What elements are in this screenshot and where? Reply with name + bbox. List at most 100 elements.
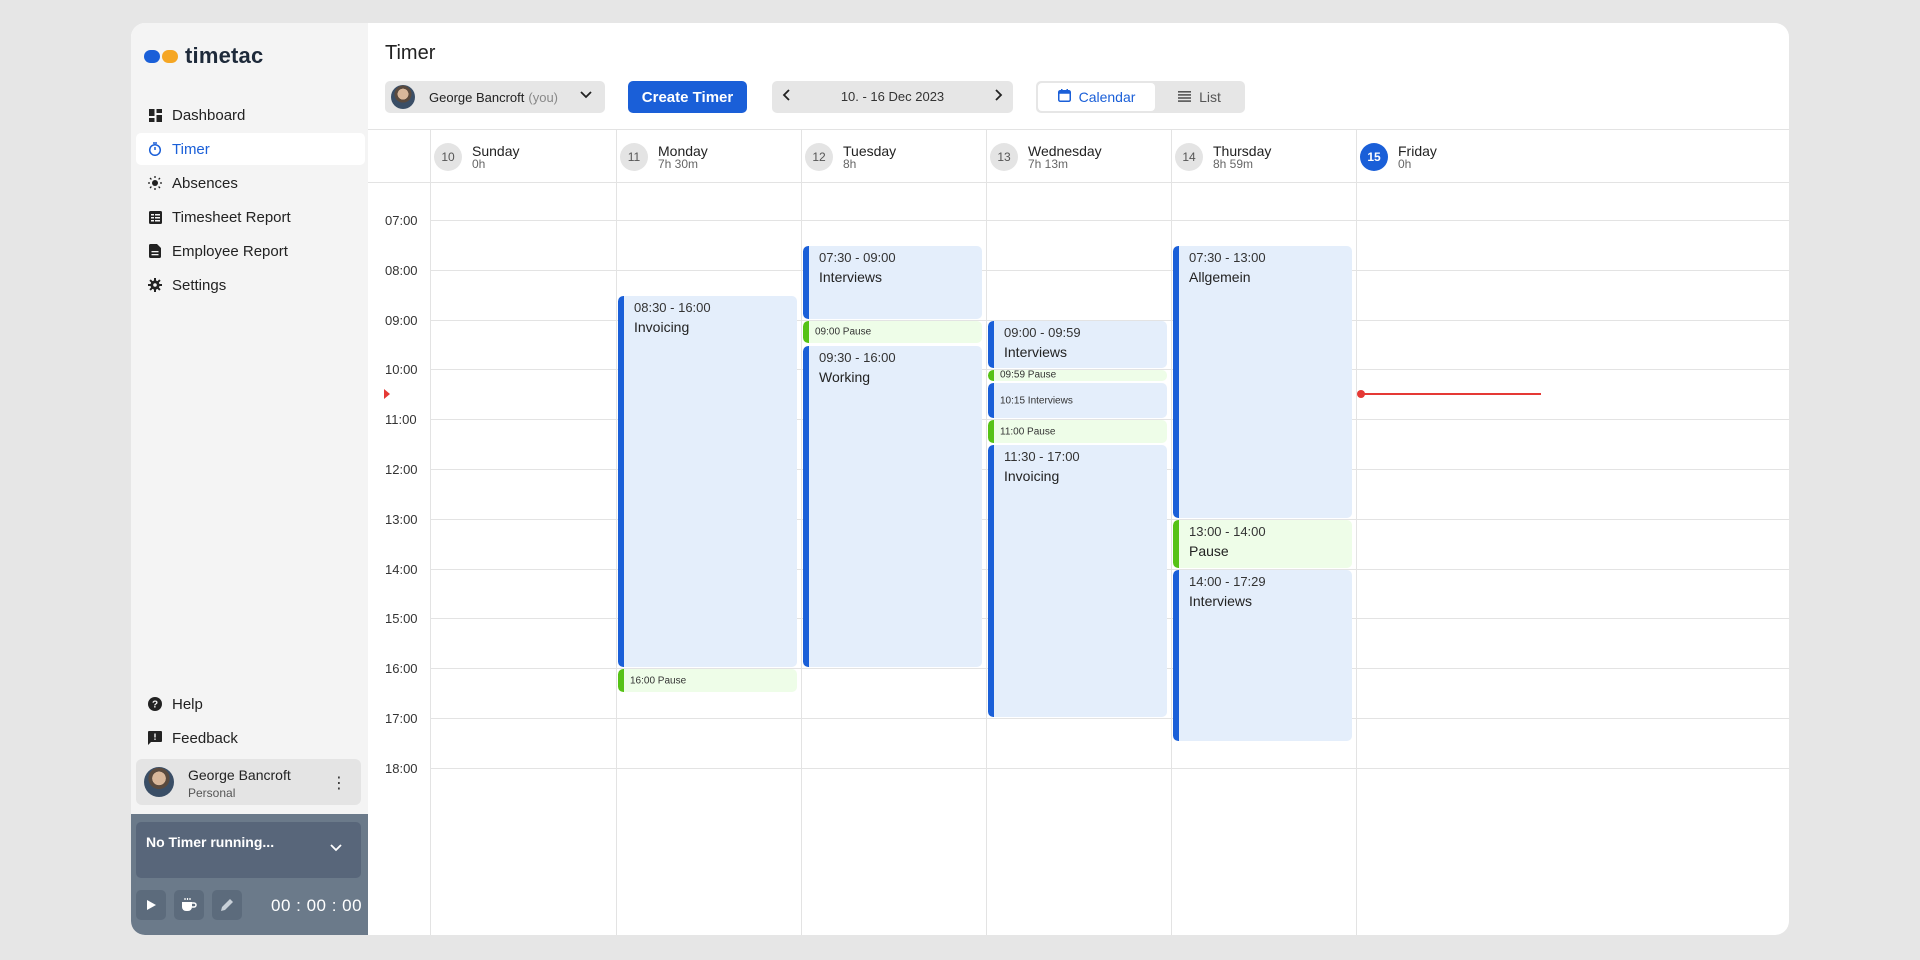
nav-item-timesheet-report[interactable]: Timesheet Report — [136, 201, 365, 233]
time-entry[interactable]: 08:30 - 16:00 Invoicing — [618, 295, 797, 668]
user-select-suffix: (you) — [528, 89, 559, 105]
hour-label: 13:00 — [385, 511, 418, 527]
day-number-badge: 14 — [1175, 143, 1203, 171]
day-header-sunday[interactable]: 10 Sunday 0h — [430, 130, 616, 184]
time-entry[interactable]: 09:30 - 16:00 Working — [803, 345, 982, 668]
entry-time: 09:00 - 09:59 — [1004, 324, 1081, 340]
hour-label: 16:00 — [385, 661, 418, 677]
help-icon: ? — [148, 697, 162, 711]
entry-color-bar — [988, 445, 994, 717]
pause-entry[interactable]: 11:00 Pause — [988, 420, 1167, 444]
time-entry[interactable]: 09:00 - 09:59 Interviews — [988, 320, 1167, 368]
hour-label: 08:00 — [385, 262, 418, 278]
nav-item-settings[interactable]: Settings — [136, 269, 365, 301]
entry-label: 09:59 Pause — [1000, 369, 1057, 381]
document-icon — [148, 244, 162, 258]
date-range-label[interactable]: 10. - 16 Dec 2023 — [772, 89, 1013, 104]
time-entry[interactable]: 07:30 - 13:00 Allgemein — [1173, 245, 1352, 518]
nav-item-label: Feedback — [172, 729, 238, 747]
timer-status-box[interactable]: No Timer running... — [136, 822, 361, 878]
hour-label: 11:00 — [385, 412, 417, 428]
pause-entry[interactable]: 16:00 Pause — [618, 669, 797, 693]
entry-color-bar — [1173, 245, 1179, 518]
user-role: Personal — [188, 786, 236, 800]
hour-label: 14:00 — [385, 561, 418, 577]
user-select[interactable]: George Bancroft (you) — [385, 81, 605, 113]
entry-color-bar — [1173, 519, 1179, 568]
day-text: Wednesday 7h 13m — [1028, 144, 1102, 170]
nav-item-absences[interactable]: Absences — [136, 167, 365, 199]
more-options-icon[interactable]: ⋮ — [331, 773, 347, 793]
secondary-nav: ? Help Feedback — [136, 688, 365, 756]
day-number-badge: 11 — [620, 143, 648, 171]
brand-logo[interactable]: timetac — [144, 41, 263, 71]
day-name: Thursday — [1213, 143, 1272, 159]
hour-label: 15:00 — [385, 611, 418, 627]
day-header-thursday[interactable]: 14 Thursday 8h 59m — [1171, 130, 1356, 184]
nav-item-feedback[interactable]: Feedback — [136, 722, 365, 754]
nav-item-label: Absences — [172, 174, 238, 192]
day-divider — [986, 130, 987, 184]
calendar-icon — [1057, 89, 1071, 105]
table-icon — [148, 210, 162, 224]
user-name: George Bancroft — [188, 767, 291, 783]
day-header-friday[interactable]: 15 Friday 0h — [1356, 130, 1541, 184]
entry-color-bar — [1173, 569, 1179, 742]
day-header-wednesday[interactable]: 13 Wednesday 7h 13m — [986, 130, 1171, 184]
pause-entry[interactable]: 13:00 - 14:00 Pause — [1173, 519, 1352, 568]
avatar — [144, 767, 174, 797]
nav-item-timer[interactable]: Timer — [136, 133, 365, 165]
day-header-tuesday[interactable]: 12 Tuesday 8h — [801, 130, 986, 184]
hour-gridline — [430, 269, 1789, 271]
nav-item-label: Dashboard — [172, 106, 246, 124]
user-card[interactable]: George Bancroft Personal ⋮ — [136, 759, 361, 805]
entry-color-bar — [988, 382, 994, 419]
coffee-icon — [182, 898, 197, 911]
timer-status-text: No Timer running... — [146, 834, 275, 850]
create-timer-button[interactable]: Create Timer — [628, 81, 747, 113]
nav-item-employee-report[interactable]: Employee Report — [136, 235, 365, 267]
time-entry[interactable]: 10:15 Interviews — [988, 382, 1167, 419]
day-total-hours: 0h — [1398, 157, 1412, 171]
dashboard-icon — [148, 108, 162, 122]
entry-time: 13:00 - 14:00 — [1189, 523, 1266, 539]
time-entry[interactable]: 14:00 - 17:29 Interviews — [1173, 569, 1352, 742]
day-name: Monday — [658, 143, 708, 159]
nav-item-dashboard[interactable]: Dashboard — [136, 99, 365, 131]
time-entry[interactable]: 07:30 - 09:00 Interviews — [803, 245, 982, 319]
edit-timer-button[interactable] — [212, 890, 242, 920]
current-time-marker — [384, 389, 390, 400]
nav-item-label: Timesheet Report — [172, 208, 291, 226]
nav-item-label: Employee Report — [172, 242, 288, 260]
day-text: Sunday 0h — [472, 144, 519, 170]
entry-color-bar — [803, 345, 809, 668]
day-number-badge: 13 — [990, 143, 1018, 171]
date-navigator: 10. - 16 Dec 2023 — [772, 81, 1013, 113]
hour-gridline — [430, 767, 1789, 769]
entry-label: 16:00 Pause — [630, 675, 687, 687]
entry-time: 09:30 - 16:00 — [819, 349, 896, 365]
pause-entry[interactable]: 09:00 Pause — [803, 320, 982, 344]
entry-color-bar — [988, 420, 994, 444]
entry-title: Invoicing — [1004, 468, 1060, 485]
entry-title: Working — [819, 368, 871, 385]
chevron-down-icon[interactable] — [329, 840, 343, 856]
list-view-button[interactable]: List — [1156, 83, 1243, 111]
start-timer-button[interactable] — [136, 890, 166, 920]
pause-timer-button[interactable] — [174, 890, 204, 920]
pause-entry[interactable]: 09:59 Pause — [988, 369, 1167, 381]
day-header-monday[interactable]: 11 Monday 7h 30m — [616, 130, 801, 184]
entry-title: Interviews — [819, 268, 883, 285]
nav-item-help[interactable]: ? Help — [136, 688, 365, 720]
time-entry[interactable]: 11:30 - 17:00 Invoicing — [988, 445, 1167, 717]
day-total-hours: 7h 30m — [658, 157, 699, 171]
timer-panel: No Timer running... 00 : 00 : 00 — [131, 814, 368, 935]
day-divider — [616, 183, 617, 935]
day-text: Thursday 8h 59m — [1213, 144, 1271, 170]
day-name: Tuesday — [843, 143, 897, 159]
calendar-view-button[interactable]: Calendar — [1038, 83, 1155, 111]
next-week-button[interactable] — [993, 88, 1003, 104]
entry-time: 14:00 - 17:29 — [1189, 573, 1266, 589]
entry-color-bar — [618, 295, 624, 668]
entry-title: Interviews — [1004, 343, 1068, 360]
